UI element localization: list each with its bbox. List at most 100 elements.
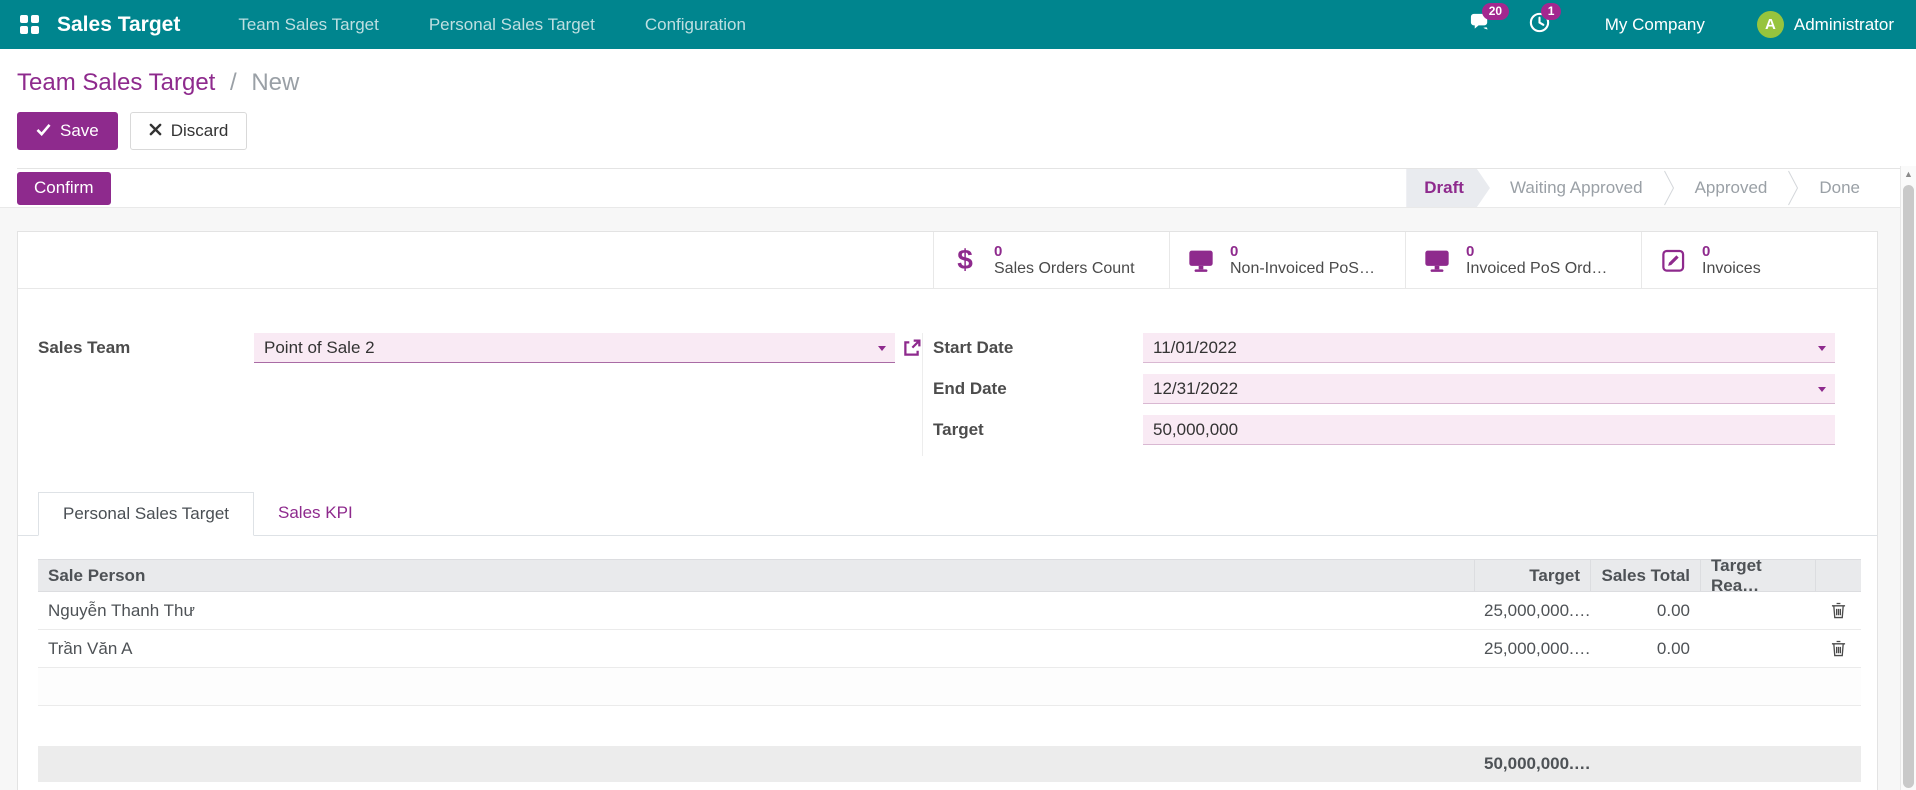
user-menu[interactable]: A Administrator (1756, 11, 1894, 38)
company-switcher[interactable]: My Company (1605, 15, 1705, 35)
stat-value: 0 (1230, 242, 1239, 260)
target-value: 50,000,000 (1153, 419, 1239, 439)
stat-label: Invoices (1702, 259, 1761, 277)
stat-label: Sales Orders Count (994, 259, 1135, 277)
column-header-actions (1815, 560, 1861, 591)
column-header-sale-person[interactable]: Sale Person (38, 566, 1474, 586)
stat-label: Invoiced PoS Ord… (1466, 259, 1608, 277)
save-label: Save (60, 121, 99, 140)
control-panel: Team Sales Target / New Save Discard (0, 49, 1916, 169)
stat-button-sales-orders[interactable]: $ 0 Sales Orders Count (933, 232, 1169, 288)
cell-target[interactable]: 25,000,000.… (1474, 639, 1591, 659)
nav-item-personal-sales-target[interactable]: Personal Sales Target (429, 15, 595, 35)
cell-sale-person[interactable]: Nguyễn Thanh Thư (38, 601, 1474, 621)
stage-done[interactable]: Done (1799, 169, 1880, 207)
delete-row-button[interactable] (1815, 602, 1861, 619)
sales-team-input[interactable]: Point of Sale 2 (254, 333, 895, 363)
chevron-down-icon[interactable] (878, 346, 886, 351)
column-header-target[interactable]: Target (1474, 560, 1590, 591)
nav-item-team-sales-target[interactable]: Team Sales Target (238, 15, 378, 35)
monitor-icon (1185, 246, 1217, 274)
apps-grid-icon[interactable] (20, 15, 39, 34)
cell-sales-total[interactable]: 0.00 (1590, 639, 1700, 659)
end-date-value: 12/31/2022 (1153, 378, 1239, 398)
chevron-down-icon[interactable] (1818, 387, 1826, 392)
nav-item-configuration[interactable]: Configuration (645, 15, 746, 35)
scrollbar-thumb[interactable] (1903, 185, 1914, 788)
breadcrumb-current: New (251, 69, 300, 96)
target-input[interactable]: 50,000,000 (1143, 415, 1835, 445)
table-total-row: 50,000,000.… (38, 746, 1861, 782)
x-icon (149, 121, 162, 141)
sales-team-label: Sales Team (38, 338, 131, 357)
stat-value: 0 (1702, 242, 1711, 260)
form-sheet: $ 0 Sales Orders Count 0 Non-Invoiced Po… (17, 231, 1878, 790)
scroll-up-icon[interactable]: ▲ (1901, 166, 1916, 182)
activities-badge: 1 (1540, 2, 1562, 20)
top-navbar: Sales Target Team Sales Target Personal … (0, 0, 1916, 49)
form-view: $ 0 Sales Orders Count 0 Non-Invoiced Po… (0, 208, 1916, 790)
stat-label: Non-Invoiced PoS… (1230, 259, 1375, 277)
stage-waiting-approved[interactable]: Waiting Approved (1490, 169, 1663, 207)
empty-row[interactable] (38, 668, 1861, 706)
table-row[interactable]: Trần Văn A 25,000,000.… 0.00 (38, 630, 1861, 668)
column-header-sales-total[interactable]: Sales Total (1590, 560, 1700, 591)
messages-button[interactable]: 20 (1469, 2, 1510, 39)
start-date-value: 11/01/2022 (1153, 337, 1237, 357)
start-date-input[interactable]: 11/01/2022 (1143, 333, 1835, 363)
delete-row-button[interactable] (1815, 640, 1861, 657)
chevron-down-icon[interactable] (1818, 346, 1826, 351)
confirm-button[interactable]: Confirm (17, 171, 111, 205)
stage-draft[interactable]: Draft (1406, 169, 1490, 207)
discard-button[interactable]: Discard (129, 112, 248, 150)
cell-target[interactable]: 25,000,000.… (1474, 601, 1591, 621)
table-body: Nguyễn Thanh Thư 25,000,000.… 0.00 Trần … (38, 592, 1861, 706)
stat-button-invoices[interactable]: 0 Invoices (1641, 232, 1877, 288)
breadcrumb-parent[interactable]: Team Sales Target (17, 69, 215, 96)
cell-sale-person[interactable]: Trần Văn A (38, 639, 1474, 659)
stat-button-non-invoiced-pos[interactable]: 0 Non-Invoiced PoS… (1169, 232, 1405, 288)
stage-separator-icon (1787, 169, 1799, 207)
discard-label: Discard (170, 121, 229, 140)
column-header-target-reached[interactable]: Target Rea… (1700, 556, 1815, 595)
vertical-scrollbar[interactable]: ▲ (1900, 166, 1916, 790)
check-icon (36, 121, 51, 141)
stat-button-row: $ 0 Sales Orders Count 0 Non-Invoiced Po… (18, 232, 1877, 289)
table-footer-spacer (38, 706, 1861, 746)
tab-sales-kpi[interactable]: Sales KPI (254, 492, 377, 535)
total-target-value: 50,000,000.… (1484, 754, 1591, 773)
breadcrumb-separator: / (230, 69, 237, 96)
avatar: A (1756, 11, 1784, 38)
navbar-right: 20 1 My Company A Administrator (1469, 2, 1894, 39)
table-header-row: Sale Person Target Sales Total Target Re… (38, 556, 1861, 595)
stage-separator-icon (1663, 169, 1675, 207)
target-label: Target (933, 420, 984, 439)
personal-sales-target-table: Sale Person Target Sales Total Target Re… (38, 556, 1861, 782)
statusbar: Draft Waiting Approved Approved Done (1406, 169, 1880, 207)
dollar-icon: $ (957, 244, 973, 275)
messages-badge: 20 (1481, 2, 1510, 20)
stat-value: 0 (1466, 242, 1475, 260)
monitor-icon (1421, 246, 1453, 274)
end-date-input[interactable]: 12/31/2022 (1143, 374, 1835, 404)
table-row[interactable]: Nguyễn Thanh Thư 25,000,000.… 0.00 (38, 592, 1861, 630)
tab-personal-sales-target[interactable]: Personal Sales Target (38, 492, 255, 536)
stat-button-invoiced-pos[interactable]: 0 Invoiced PoS Ord… (1405, 232, 1641, 288)
sales-team-value: Point of Sale 2 (264, 337, 375, 357)
save-button[interactable]: Save (17, 112, 118, 150)
edit-icon (1657, 247, 1689, 274)
breadcrumb: Team Sales Target / New (17, 69, 1916, 97)
app-name[interactable]: Sales Target (57, 13, 180, 37)
status-row: Confirm Draft Waiting Approved Approved … (0, 169, 1916, 208)
activities-button[interactable]: 1 (1528, 2, 1562, 39)
user-name: Administrator (1793, 14, 1894, 34)
external-link-icon[interactable] (901, 338, 922, 359)
form-fields: Sales Team Point of Sale 2 Start Date 11… (18, 289, 1877, 456)
cell-sales-total[interactable]: 0.00 (1590, 601, 1700, 621)
notebook-tabs: Personal Sales Target Sales KPI (18, 492, 1877, 536)
end-date-label: End Date (933, 379, 1007, 398)
stat-value: 0 (994, 242, 1003, 260)
record-actions: Save Discard (17, 112, 1916, 150)
start-date-label: Start Date (933, 338, 1014, 357)
stage-approved[interactable]: Approved (1675, 169, 1788, 207)
